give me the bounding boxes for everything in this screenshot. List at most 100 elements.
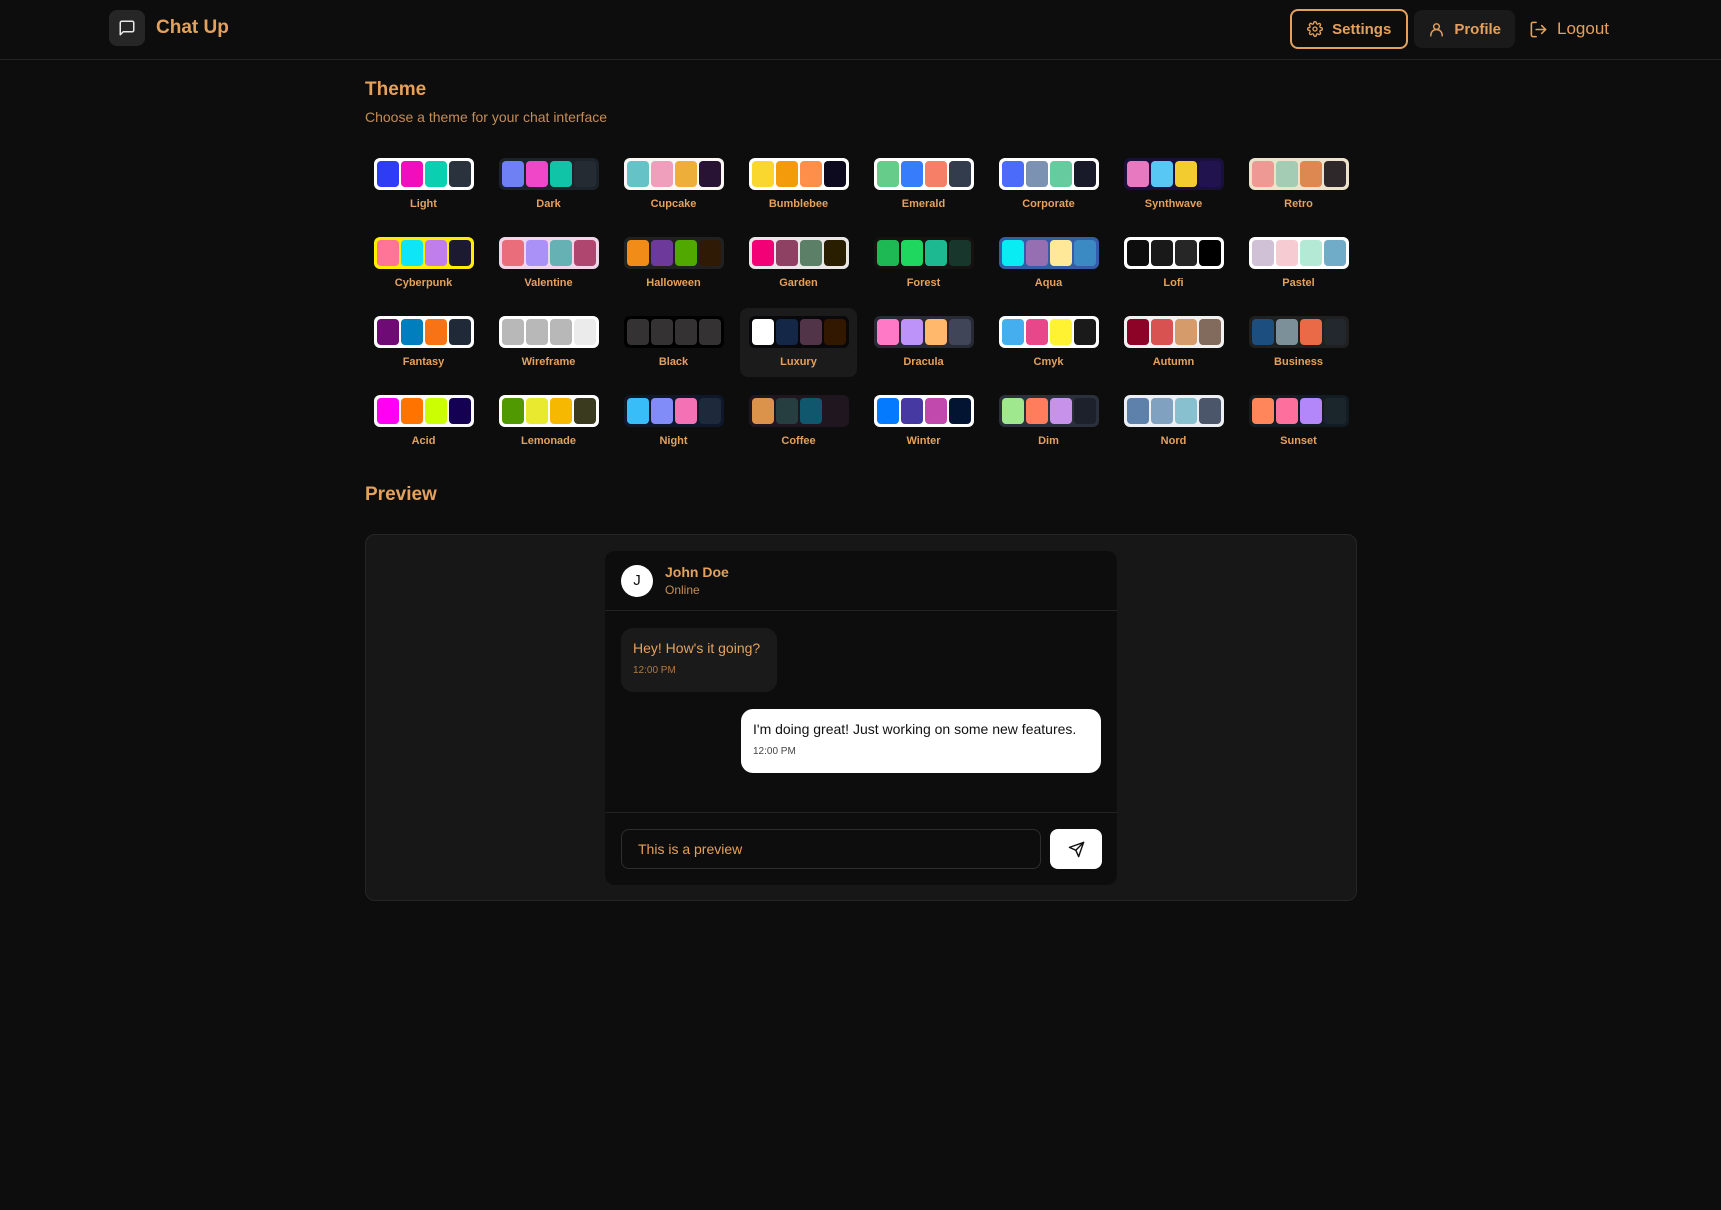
message-time: 12:00 PM — [633, 665, 676, 676]
theme-option-dim[interactable]: Dim — [990, 387, 1107, 456]
theme-option-black[interactable]: Black — [615, 308, 732, 377]
swatch-color — [1150, 161, 1173, 187]
swatch-color — [1073, 240, 1096, 266]
theme-option-valentine[interactable]: Valentine — [490, 229, 607, 298]
swatch-color — [650, 161, 673, 187]
swatch-color — [1049, 319, 1072, 345]
theme-label: Pastel — [1282, 277, 1315, 289]
swatch-color — [573, 240, 596, 266]
swatch-color — [573, 161, 596, 187]
theme-option-forest[interactable]: Forest — [865, 229, 982, 298]
message-time: 12:00 PM — [753, 746, 796, 757]
swatch-color — [1049, 398, 1072, 424]
swatch-color — [698, 319, 721, 345]
theme-swatch — [498, 158, 599, 190]
theme-option-dracula[interactable]: Dracula — [865, 308, 982, 377]
swatch-color — [924, 398, 947, 424]
theme-option-cmyk[interactable]: Cmyk — [990, 308, 1107, 377]
theme-label: Retro — [1284, 198, 1313, 210]
theme-option-wireframe[interactable]: Wireframe — [490, 308, 607, 377]
theme-option-bumblebee[interactable]: Bumblebee — [740, 150, 857, 219]
contact-name: John Doe — [665, 564, 729, 580]
theme-option-coffee[interactable]: Coffee — [740, 387, 857, 456]
logout-button[interactable]: Logout — [1521, 10, 1617, 48]
theme-option-light[interactable]: Light — [365, 150, 482, 219]
swatch-color — [674, 240, 697, 266]
profile-button[interactable]: Profile — [1414, 10, 1515, 48]
swatch-color — [448, 398, 471, 424]
brand-link[interactable]: Chat Up — [109, 10, 229, 46]
theme-label: Dim — [1038, 435, 1059, 447]
swatch-color — [1025, 398, 1048, 424]
swatch-color — [650, 319, 673, 345]
theme-option-business[interactable]: Business — [1240, 308, 1357, 377]
theme-swatch — [748, 237, 849, 269]
theme-option-pastel[interactable]: Pastel — [1240, 229, 1357, 298]
theme-option-fantasy[interactable]: Fantasy — [365, 308, 482, 377]
theme-option-cupcake[interactable]: Cupcake — [615, 150, 732, 219]
logout-label: Logout — [1557, 19, 1609, 38]
app-name: Chat Up — [156, 17, 229, 38]
send-button[interactable] — [1050, 829, 1102, 869]
swatch-color — [1299, 398, 1322, 424]
swatch-color — [525, 319, 548, 345]
theme-label: Lofi — [1163, 277, 1184, 289]
swatch-color — [698, 161, 721, 187]
theme-label: Corporate — [1022, 198, 1075, 210]
theme-option-acid[interactable]: Acid — [365, 387, 482, 456]
swatch-color — [1150, 240, 1173, 266]
theme-option-emerald[interactable]: Emerald — [865, 150, 982, 219]
settings-button[interactable]: Settings — [1290, 9, 1409, 49]
message-text: I'm doing great! Just working on some ne… — [753, 721, 1077, 737]
swatch-color — [751, 240, 774, 266]
theme-option-corporate[interactable]: Corporate — [990, 150, 1107, 219]
swatch-color — [876, 319, 899, 345]
swatch-color — [1251, 319, 1274, 345]
theme-option-lemonade[interactable]: Lemonade — [490, 387, 607, 456]
swatch-color — [900, 398, 923, 424]
swatch-color — [1198, 240, 1221, 266]
swatch-color — [650, 398, 673, 424]
swatch-color — [1323, 319, 1346, 345]
theme-label: Aqua — [1034, 277, 1063, 289]
swatch-color — [674, 319, 697, 345]
theme-option-winter[interactable]: Winter — [865, 387, 982, 456]
theme-option-sunset[interactable]: Sunset — [1240, 387, 1357, 456]
theme-option-nord[interactable]: Nord — [1115, 387, 1232, 456]
theme-label: Dark — [536, 198, 561, 210]
theme-option-retro[interactable]: Retro — [1240, 150, 1357, 219]
theme-option-luxury[interactable]: Luxury — [740, 308, 857, 377]
swatch-color — [751, 398, 774, 424]
theme-swatch — [748, 316, 849, 348]
theme-label: Synthwave — [1144, 198, 1203, 210]
theme-swatch — [1123, 395, 1224, 427]
swatch-color — [626, 398, 649, 424]
theme-option-aqua[interactable]: Aqua — [990, 229, 1107, 298]
swatch-color — [775, 319, 798, 345]
swatch-color — [501, 398, 524, 424]
swatch-color — [948, 240, 971, 266]
message-input[interactable]: This is a preview — [621, 829, 1041, 869]
theme-option-dark[interactable]: Dark — [490, 150, 607, 219]
theme-swatch — [873, 237, 974, 269]
swatch-color — [1198, 161, 1221, 187]
swatch-color — [501, 240, 524, 266]
swatch-color — [400, 161, 423, 187]
theme-option-synthwave[interactable]: Synthwave — [1115, 150, 1232, 219]
swatch-color — [948, 161, 971, 187]
theme-option-lofi[interactable]: Lofi — [1115, 229, 1232, 298]
avatar: J — [621, 564, 653, 597]
theme-option-night[interactable]: Night — [615, 387, 732, 456]
theme-label: Sunset — [1280, 435, 1317, 447]
swatch-color — [948, 398, 971, 424]
chat-composer: This is a preview — [605, 812, 1117, 885]
theme-option-cyberpunk[interactable]: Cyberpunk — [365, 229, 482, 298]
swatch-color — [501, 319, 524, 345]
theme-label: Business — [1274, 356, 1323, 368]
theme-label: Emerald — [901, 198, 946, 210]
theme-option-autumn[interactable]: Autumn — [1115, 308, 1232, 377]
theme-option-garden[interactable]: Garden — [740, 229, 857, 298]
chat-bubble-icon — [109, 10, 145, 46]
swatch-color — [1323, 161, 1346, 187]
theme-option-halloween[interactable]: Halloween — [615, 229, 732, 298]
